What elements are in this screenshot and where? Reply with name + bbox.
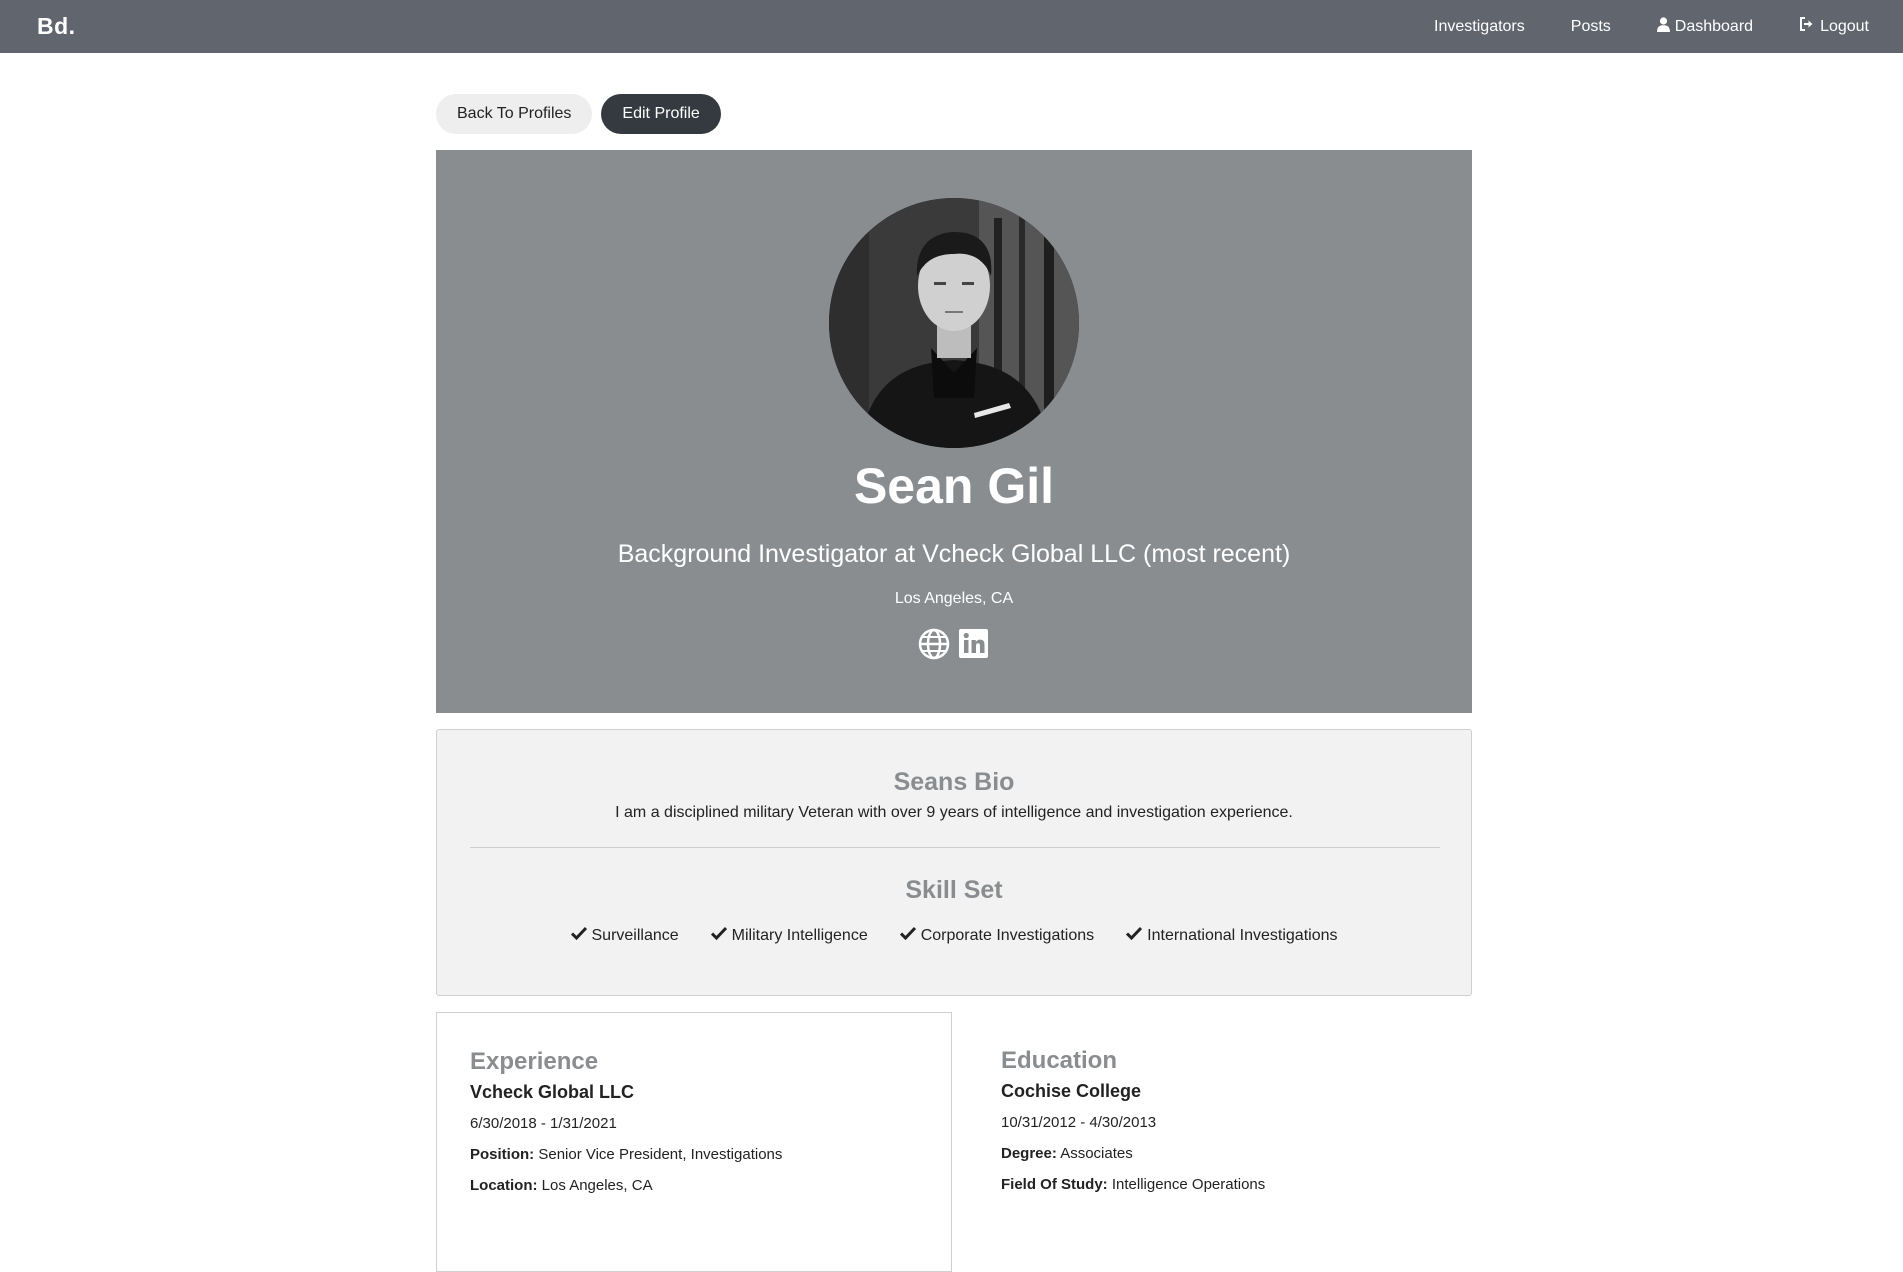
education-field: Field Of Study: Intelligence Operations xyxy=(1001,1175,1439,1195)
profile-actions: Back To Profiles Edit Profile xyxy=(436,94,721,134)
sign-out-icon xyxy=(1799,17,1815,36)
skills-heading: Skill Set xyxy=(905,876,1003,904)
education-degree: Degree: Associates xyxy=(1001,1144,1439,1164)
skills-list: Surveillance Military Intelligence Corpo… xyxy=(437,926,1471,945)
nav-dashboard-label: Dashboard xyxy=(1674,17,1754,35)
degree-value: Associates xyxy=(1060,1145,1133,1162)
education-school: Cochise College xyxy=(1001,1081,1142,1101)
skill-item: Surveillance xyxy=(570,926,679,945)
nav-investigators-link[interactable]: Investigators xyxy=(1434,18,1525,36)
nav-posts-label: Posts xyxy=(1570,17,1611,35)
profile-avatar xyxy=(829,198,1079,448)
check-icon xyxy=(1126,926,1143,945)
position-label: Position: xyxy=(470,1146,535,1163)
skill-item: Military Intelligence xyxy=(710,926,868,945)
nav-links: Investigators Posts Dashboard Logout xyxy=(1388,16,1869,37)
experience-location: Location: Los Angeles, CA xyxy=(470,1176,918,1196)
bio-heading: Seans Bio xyxy=(893,768,1015,796)
experience-card: Experience Vcheck Global LLC 6/30/2018 -… xyxy=(436,1012,952,1272)
bio-text: I am a disciplined military Veteran with… xyxy=(615,804,1293,821)
location-label: Location: xyxy=(470,1177,538,1194)
nav-logout-label: Logout xyxy=(1820,17,1869,35)
profile-location: Los Angeles, CA xyxy=(894,590,1014,607)
skill-label: Surveillance xyxy=(591,926,679,944)
education-card: Education Cochise College 10/31/2012 - 4… xyxy=(968,1012,1472,1272)
profile-headline: Background Investigator at Vcheck Global… xyxy=(617,540,1291,568)
profile-hero: Sean Gil Background Investigator at Vche… xyxy=(436,150,1472,713)
skill-item: Corporate Investigations xyxy=(899,926,1095,945)
field-label: Field Of Study: xyxy=(1001,1176,1108,1193)
brand-logo[interactable]: Bd. xyxy=(37,13,76,40)
skill-label: Corporate Investigations xyxy=(920,926,1095,944)
bio-card: Seans Bio I am a disciplined military Ve… xyxy=(436,729,1472,996)
user-icon xyxy=(1656,16,1670,37)
back-to-profiles-button[interactable]: Back To Profiles xyxy=(436,94,593,134)
skill-label: Military Intelligence xyxy=(731,926,868,944)
education-heading: Education xyxy=(1001,1047,1118,1074)
check-icon xyxy=(899,926,916,945)
nav-investigators-label: Investigators xyxy=(1434,17,1525,35)
experience-company: Vcheck Global LLC xyxy=(470,1082,635,1102)
social-links xyxy=(436,628,1472,660)
check-icon xyxy=(710,926,727,945)
edit-profile-button[interactable]: Edit Profile xyxy=(601,94,721,134)
experience-heading: Experience xyxy=(470,1048,599,1075)
experience-position: Position: Senior Vice President, Investi… xyxy=(470,1145,918,1165)
globe-icon[interactable] xyxy=(918,628,950,660)
nav-posts-link[interactable]: Posts xyxy=(1571,18,1611,36)
profile-name: Sean Gil xyxy=(853,458,1055,514)
nav-logout-link[interactable]: Logout xyxy=(1799,17,1869,36)
check-icon xyxy=(570,926,587,945)
top-navbar: Bd. Investigators Posts Dashboard Logout xyxy=(0,0,1903,53)
location-value: Los Angeles, CA xyxy=(541,1177,653,1194)
position-value: Senior Vice President, Investigations xyxy=(538,1146,783,1163)
education-dates: 10/31/2012 - 4/30/2013 xyxy=(1001,1114,1157,1131)
skill-label: International Investigations xyxy=(1147,926,1338,944)
nav-dashboard-link[interactable]: Dashboard xyxy=(1656,16,1754,37)
degree-label: Degree: xyxy=(1001,1145,1057,1162)
skill-item: International Investigations xyxy=(1126,926,1338,945)
divider xyxy=(470,847,1440,848)
field-value: Intelligence Operations xyxy=(1111,1176,1266,1193)
linkedin-icon[interactable] xyxy=(958,628,990,660)
experience-dates: 6/30/2018 - 1/31/2021 xyxy=(470,1115,617,1132)
